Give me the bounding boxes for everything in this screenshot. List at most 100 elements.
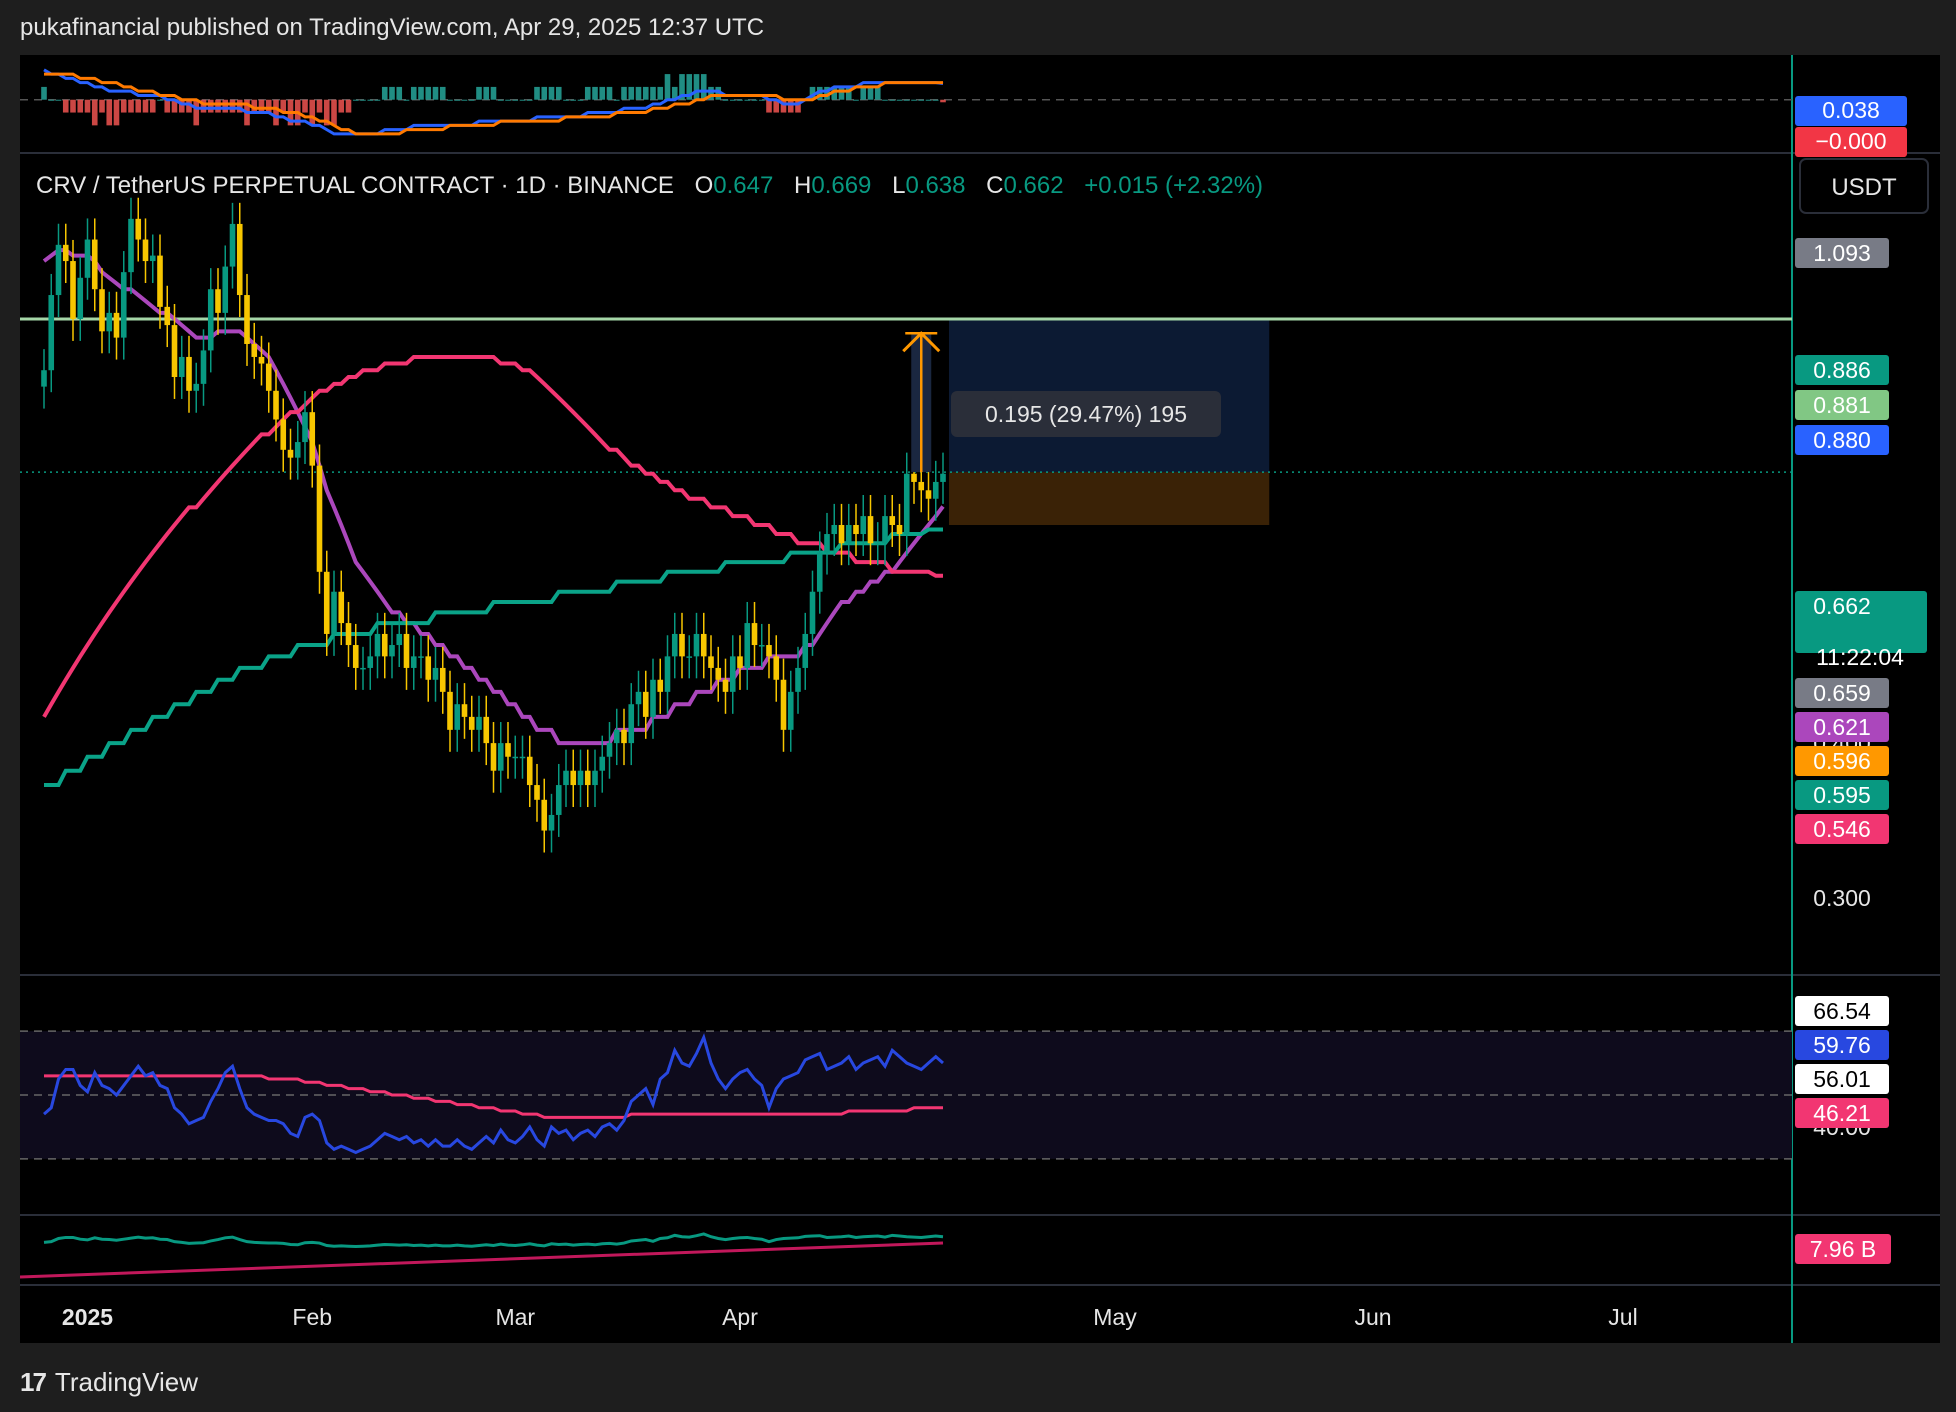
candle[interactable] — [77, 277, 84, 319]
candle[interactable] — [439, 667, 446, 692]
candle[interactable] — [302, 412, 308, 443]
candle[interactable] — [686, 656, 693, 658]
candle[interactable] — [476, 716, 482, 730]
candle[interactable] — [664, 656, 671, 692]
candle[interactable] — [193, 383, 200, 391]
candle[interactable] — [867, 516, 874, 544]
candle[interactable] — [323, 571, 330, 634]
currency-button[interactable]: USDT — [1799, 158, 1929, 214]
candle[interactable] — [896, 524, 903, 535]
candle[interactable] — [679, 633, 685, 657]
candle[interactable] — [816, 552, 823, 592]
candle[interactable] — [360, 667, 366, 670]
candle[interactable] — [389, 645, 395, 657]
candle[interactable] — [577, 770, 584, 786]
candle[interactable] — [425, 656, 432, 680]
candle[interactable] — [671, 633, 678, 657]
candle[interactable] — [737, 656, 743, 668]
candle[interactable] — [497, 743, 504, 771]
candle[interactable] — [853, 524, 859, 535]
candle[interactable] — [418, 656, 424, 658]
candle[interactable] — [128, 218, 134, 273]
candle[interactable] — [534, 785, 540, 800]
candle[interactable] — [84, 239, 91, 278]
candle[interactable] — [599, 756, 606, 771]
candle[interactable] — [309, 412, 316, 466]
candle[interactable] — [280, 419, 287, 450]
candle[interactable] — [766, 645, 772, 657]
candle[interactable] — [642, 691, 649, 717]
measure-label-box[interactable]: 0.195 (29.47%) 195 — [951, 391, 1221, 437]
candle[interactable] — [650, 679, 656, 717]
candle[interactable] — [758, 645, 765, 647]
candle[interactable] — [824, 534, 830, 553]
candle[interactable] — [207, 289, 214, 351]
candle[interactable] — [940, 473, 946, 482]
candle[interactable] — [149, 255, 156, 262]
candle[interactable] — [505, 743, 511, 757]
candle[interactable] — [55, 244, 62, 296]
candle[interactable] — [744, 623, 751, 668]
candle[interactable] — [106, 312, 113, 332]
candle[interactable] — [157, 255, 163, 307]
candle[interactable] — [135, 218, 142, 240]
candle[interactable] — [352, 645, 359, 668]
candle[interactable] — [316, 465, 323, 572]
candle[interactable] — [222, 266, 229, 313]
candle[interactable] — [265, 363, 272, 391]
candle[interactable] — [925, 490, 932, 499]
candle[interactable] — [273, 390, 279, 420]
candle[interactable] — [367, 656, 374, 668]
candle[interactable] — [91, 239, 98, 290]
candle[interactable] — [570, 770, 577, 786]
candle[interactable] — [244, 295, 250, 344]
candle[interactable] — [215, 289, 221, 313]
candle[interactable] — [845, 524, 852, 544]
candle[interactable] — [903, 473, 910, 535]
candle[interactable] — [541, 799, 548, 831]
candle[interactable] — [519, 756, 526, 759]
candle[interactable] — [468, 716, 475, 730]
candle[interactable] — [113, 312, 120, 338]
candle[interactable] — [751, 623, 758, 646]
candle[interactable] — [200, 350, 207, 384]
candle[interactable] — [447, 691, 453, 730]
candle[interactable] — [708, 656, 714, 668]
candle[interactable] — [831, 524, 838, 535]
candle[interactable] — [120, 272, 127, 338]
candle[interactable] — [62, 244, 69, 262]
candle[interactable] — [918, 481, 925, 491]
candle[interactable] — [258, 356, 265, 364]
candle[interactable] — [164, 306, 171, 326]
candle[interactable] — [454, 704, 461, 730]
candle[interactable] — [512, 756, 519, 759]
candle[interactable] — [773, 656, 780, 680]
candle[interactable] — [700, 633, 707, 657]
candle[interactable] — [729, 656, 736, 692]
candle[interactable] — [490, 743, 497, 771]
candle[interactable] — [251, 343, 258, 357]
candle[interactable] — [932, 481, 939, 499]
candle[interactable] — [432, 667, 439, 680]
candle[interactable] — [874, 543, 881, 545]
candle[interactable] — [555, 785, 562, 815]
candle[interactable] — [186, 356, 192, 391]
candle[interactable] — [606, 743, 613, 757]
candle[interactable] — [48, 295, 55, 371]
candle[interactable] — [802, 633, 809, 668]
candle[interactable] — [526, 756, 533, 786]
candle[interactable] — [722, 679, 729, 692]
candle[interactable] — [410, 656, 417, 668]
candle[interactable] — [41, 370, 47, 387]
candle[interactable] — [229, 223, 236, 267]
candle[interactable] — [882, 516, 888, 544]
candle[interactable] — [345, 623, 352, 646]
candle[interactable] — [911, 473, 917, 482]
candle[interactable] — [99, 289, 105, 332]
candle[interactable] — [795, 667, 801, 692]
candle[interactable] — [236, 223, 243, 296]
candle[interactable] — [613, 729, 620, 744]
candle[interactable] — [171, 325, 178, 377]
candle[interactable] — [403, 633, 410, 668]
candle[interactable] — [657, 679, 664, 692]
